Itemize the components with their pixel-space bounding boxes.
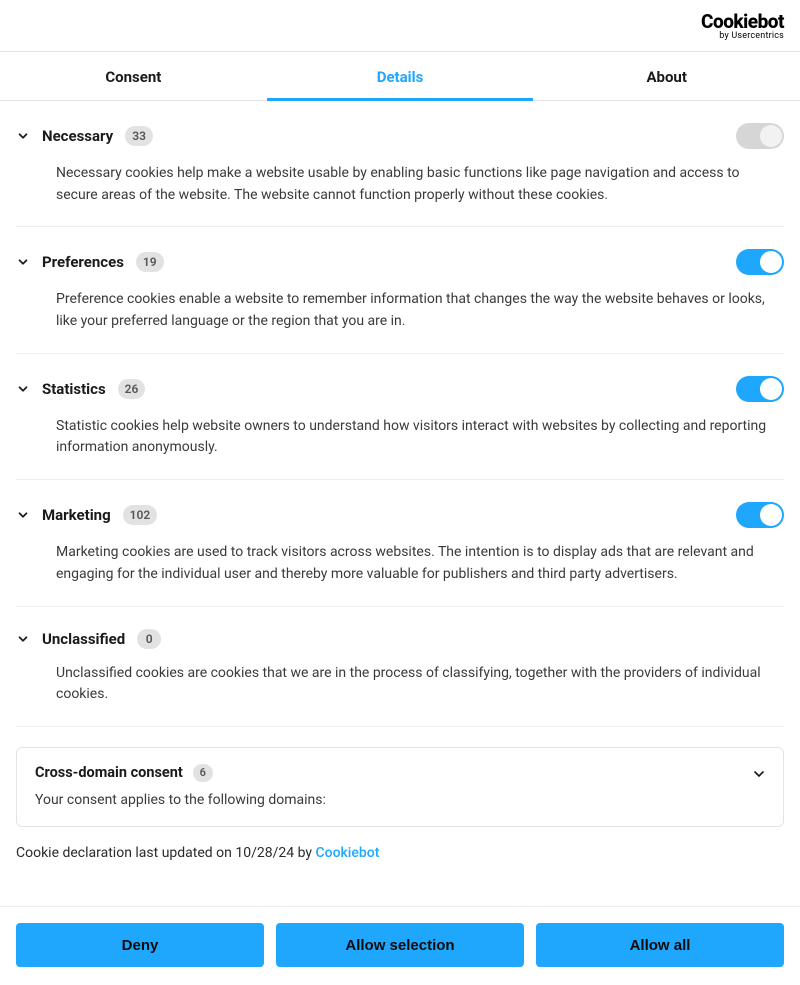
footer: Deny Allow selection Allow all [0, 906, 800, 985]
category-preferences: Preferences 19 Preference cookies enable… [16, 227, 784, 353]
category-count-badge: 102 [123, 505, 158, 525]
category-count-badge: 33 [125, 126, 153, 146]
category-description: Unclassified cookies are cookies that we… [56, 663, 784, 706]
allow-selection-button[interactable]: Allow selection [276, 923, 524, 967]
chevron-down-icon [751, 766, 765, 780]
category-marketing: Marketing 102 Marketing cookies are used… [16, 480, 784, 606]
chevron-down-icon[interactable] [16, 632, 30, 646]
tab-about[interactable]: About [533, 52, 800, 100]
tab-consent[interactable]: Consent [0, 52, 267, 100]
content: Necessary 33 Necessary cookies help make… [0, 101, 800, 861]
category-unclassified: Unclassified 0 Unclassified cookies are … [16, 607, 784, 727]
category-description: Preference cookies enable a website to r… [56, 289, 784, 332]
category-count-badge: 26 [118, 379, 146, 399]
header: Cookiebot by Usercentrics [0, 0, 800, 52]
cross-domain-header[interactable]: Cross-domain consent 6 [35, 764, 765, 782]
allow-all-button[interactable]: Allow all [536, 923, 784, 967]
chevron-down-icon[interactable] [16, 508, 30, 522]
deny-button[interactable]: Deny [16, 923, 264, 967]
logo-sub: by Usercentrics [701, 32, 784, 41]
category-title: Statistics [42, 380, 106, 398]
category-necessary: Necessary 33 Necessary cookies help make… [16, 101, 784, 227]
tab-details[interactable]: Details [267, 52, 534, 100]
toggle-marketing[interactable] [736, 502, 784, 528]
category-title: Preferences [42, 253, 124, 271]
cross-domain-title: Cross-domain consent [35, 764, 183, 781]
cross-domain-count-badge: 6 [193, 764, 213, 782]
category-title: Marketing [42, 506, 111, 524]
toggle-preferences[interactable] [736, 249, 784, 275]
category-count-badge: 0 [137, 629, 161, 649]
cross-domain-description: Your consent applies to the following do… [35, 792, 765, 808]
toggle-statistics[interactable] [736, 376, 784, 402]
category-title: Necessary [42, 127, 113, 145]
category-description: Necessary cookies help make a website us… [56, 163, 784, 206]
declaration-provider-link[interactable]: Cookiebot [315, 845, 379, 861]
category-description: Marketing cookies are used to track visi… [56, 542, 784, 585]
cookie-declaration: Cookie declaration last updated on 10/28… [16, 845, 784, 861]
declaration-prefix: Cookie declaration last updated on [16, 845, 235, 861]
category-description: Statistic cookies help website owners to… [56, 416, 784, 459]
tabs: Consent Details About [0, 52, 800, 101]
chevron-down-icon[interactable] [16, 382, 30, 396]
cookiebot-logo: Cookiebot by Usercentrics [701, 12, 784, 41]
chevron-down-icon[interactable] [16, 255, 30, 269]
category-count-badge: 19 [136, 252, 164, 272]
cross-domain-panel: Cross-domain consent 6 Your consent appl… [16, 747, 784, 827]
toggle-necessary [736, 123, 784, 149]
category-statistics: Statistics 26 Statistic cookies help web… [16, 354, 784, 480]
chevron-down-icon[interactable] [16, 129, 30, 143]
declaration-by: by [294, 845, 315, 861]
declaration-date: 10/28/24 [235, 845, 294, 861]
category-title: Unclassified [42, 630, 125, 648]
logo-main: Cookiebot [701, 12, 784, 31]
